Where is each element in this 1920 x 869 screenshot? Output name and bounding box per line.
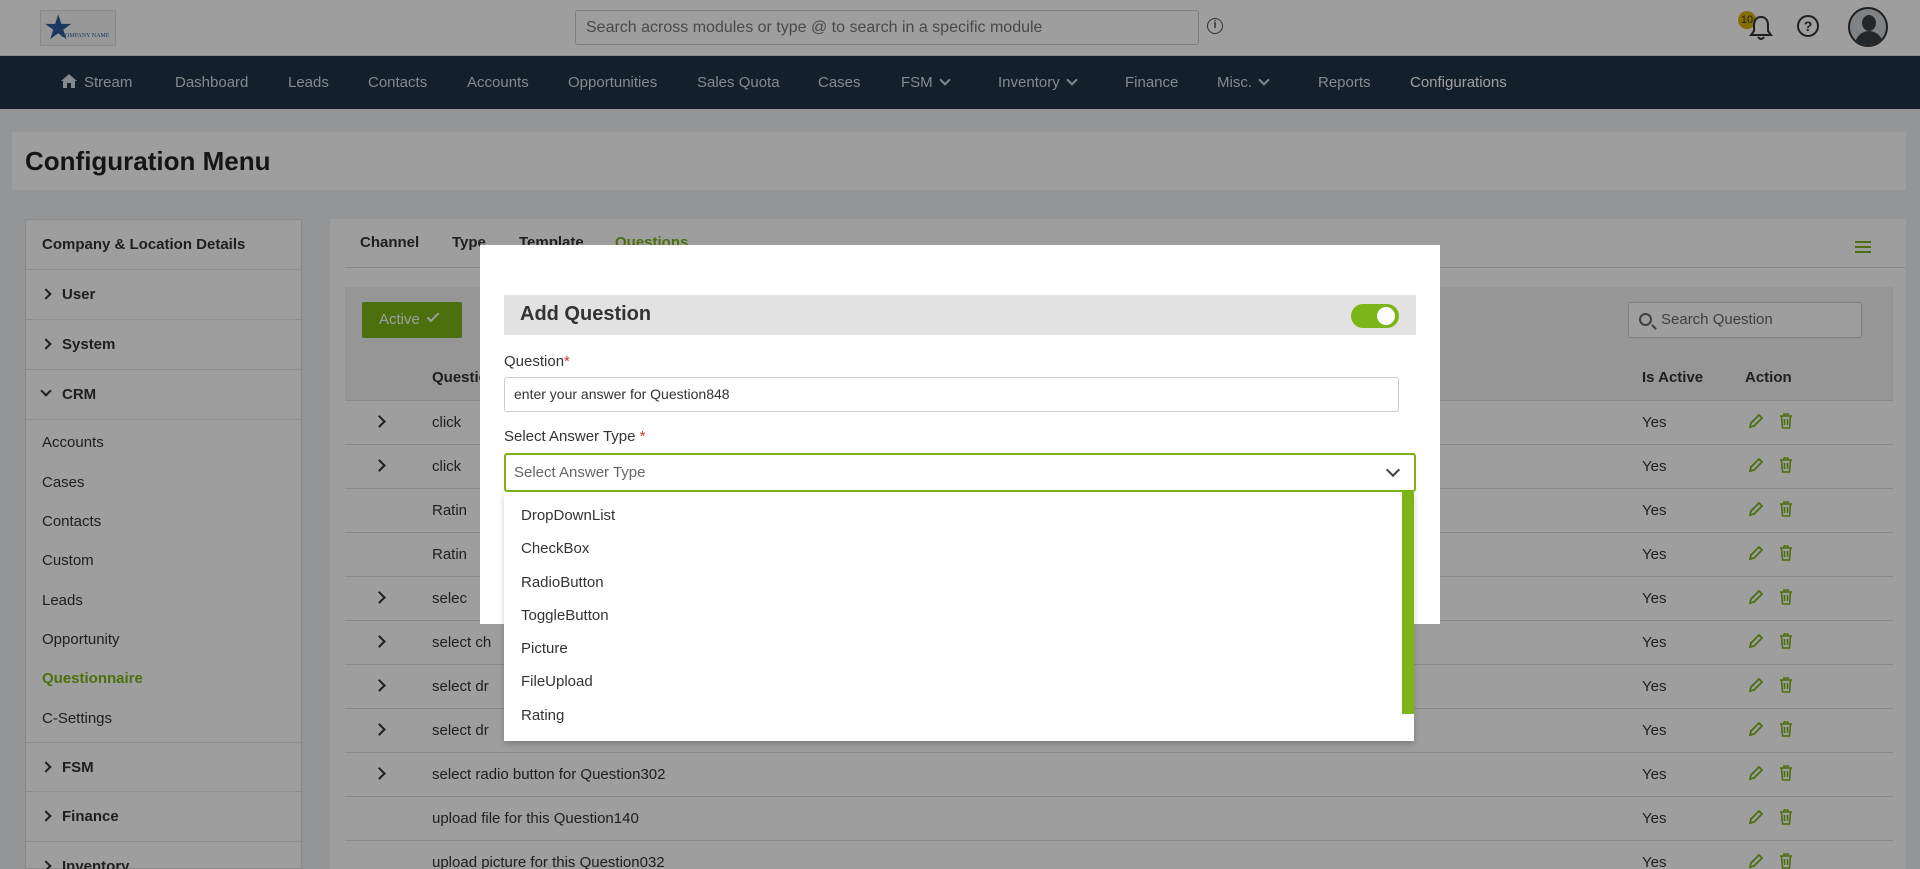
toggle-knob: [1377, 307, 1395, 325]
question-input[interactable]: enter your answer for Question848: [504, 377, 1399, 412]
option-checkbox[interactable]: CheckBox: [521, 540, 589, 557]
option-dropdownlist[interactable]: DropDownList: [521, 507, 615, 524]
required-marker: *: [639, 428, 646, 445]
dropdown-scrollbar[interactable]: [1402, 492, 1414, 714]
modal-title: Add Question: [520, 303, 652, 325]
answer-type-select[interactable]: Select Answer Type: [504, 453, 1416, 492]
chevron-down-icon: [1385, 462, 1401, 478]
option-togglebutton[interactable]: ToggleButton: [521, 607, 609, 624]
option-rating[interactable]: Rating: [521, 707, 564, 724]
answer-type-label-text: Select Answer Type: [504, 428, 636, 445]
modal-header: Add Question: [504, 295, 1416, 335]
option-picture[interactable]: Picture: [521, 640, 568, 657]
active-toggle[interactable]: [1351, 304, 1399, 328]
answer-type-label: Select Answer Type *: [504, 428, 645, 445]
answer-type-dropdown: DropDownList CheckBox RadioButton Toggle…: [504, 492, 1414, 741]
answer-type-placeholder: Select Answer Type: [514, 464, 646, 481]
option-radiobutton[interactable]: RadioButton: [521, 574, 604, 591]
question-label: Question*: [504, 353, 570, 370]
question-label-text: Question: [504, 353, 565, 370]
option-fileupload[interactable]: FileUpload: [521, 673, 593, 690]
required-marker: *: [564, 353, 570, 370]
